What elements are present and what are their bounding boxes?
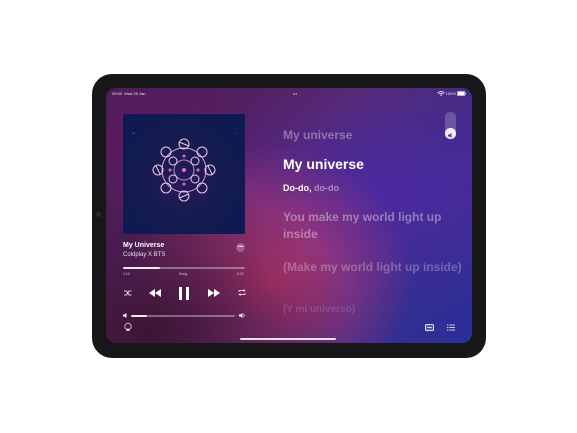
lyric-unsung-part: do-do bbox=[314, 183, 340, 193]
home-indicator[interactable] bbox=[240, 338, 336, 340]
wifi-icon bbox=[436, 91, 445, 97]
lyric-line-previous[interactable]: My universe bbox=[283, 128, 352, 142]
svg-text:•: • bbox=[236, 131, 237, 135]
lyric-line-next[interactable]: Do-do, do-do bbox=[283, 183, 339, 193]
lyric-line-5[interactable]: (Make my world light up inside) bbox=[283, 259, 463, 276]
volume-hud-slider[interactable] bbox=[445, 112, 456, 139]
forward-icon[interactable] bbox=[208, 289, 220, 297]
speaker-icon bbox=[448, 133, 452, 138]
playback-progress-fill bbox=[123, 267, 160, 269]
volume-level-fill bbox=[131, 315, 147, 317]
battery-icon bbox=[457, 91, 466, 97]
volume-hud-level bbox=[445, 128, 456, 139]
battery-percent: 100% bbox=[445, 91, 456, 96]
album-artwork[interactable]: ••• • bbox=[123, 114, 245, 234]
pause-icon[interactable] bbox=[179, 287, 189, 300]
status-indicators: 100% bbox=[436, 91, 466, 97]
shuffle-icon[interactable] bbox=[124, 290, 132, 296]
volume-slider[interactable] bbox=[131, 315, 235, 317]
repeat-icon[interactable] bbox=[238, 289, 246, 296]
status-bar: 09:30 Wed 25 Jan ••• 100% bbox=[112, 91, 466, 99]
volume-low-icon bbox=[123, 313, 127, 318]
track-artist[interactable]: Coldplay X BTS bbox=[123, 252, 165, 258]
lyric-line-6[interactable]: (Y mi universo) bbox=[283, 304, 355, 315]
multitasking-handle[interactable]: ••• bbox=[290, 91, 300, 96]
lyric-line-current[interactable]: My universe bbox=[283, 156, 364, 172]
remaining-time: -2:37 bbox=[236, 272, 244, 276]
queue-list-icon[interactable] bbox=[447, 324, 455, 331]
audio-quality-badge: Song bbox=[179, 272, 188, 276]
lyrics-icon[interactable] bbox=[425, 324, 434, 332]
volume-high-icon bbox=[239, 313, 245, 318]
airplay-icon[interactable] bbox=[124, 323, 132, 331]
svg-text:•••: ••• bbox=[132, 131, 135, 135]
rewind-icon[interactable] bbox=[149, 289, 161, 297]
lyric-sung-part: Do-do, bbox=[283, 183, 312, 193]
status-time: 09:30 Wed 25 Jan bbox=[112, 91, 146, 96]
front-camera bbox=[96, 212, 101, 217]
music-player-screen: 09:30 Wed 25 Jan ••• 100% ••• • My Unive… bbox=[106, 88, 472, 343]
track-title: My Universe bbox=[123, 242, 165, 249]
elapsed-time: 1:12 bbox=[123, 272, 130, 276]
more-options-button[interactable]: ••• bbox=[236, 243, 245, 252]
playback-scrubber[interactable] bbox=[123, 267, 245, 269]
album-emblem-graphic: ••• • bbox=[132, 131, 237, 202]
lyric-line-4[interactable]: You make my world light up inside bbox=[283, 209, 463, 243]
